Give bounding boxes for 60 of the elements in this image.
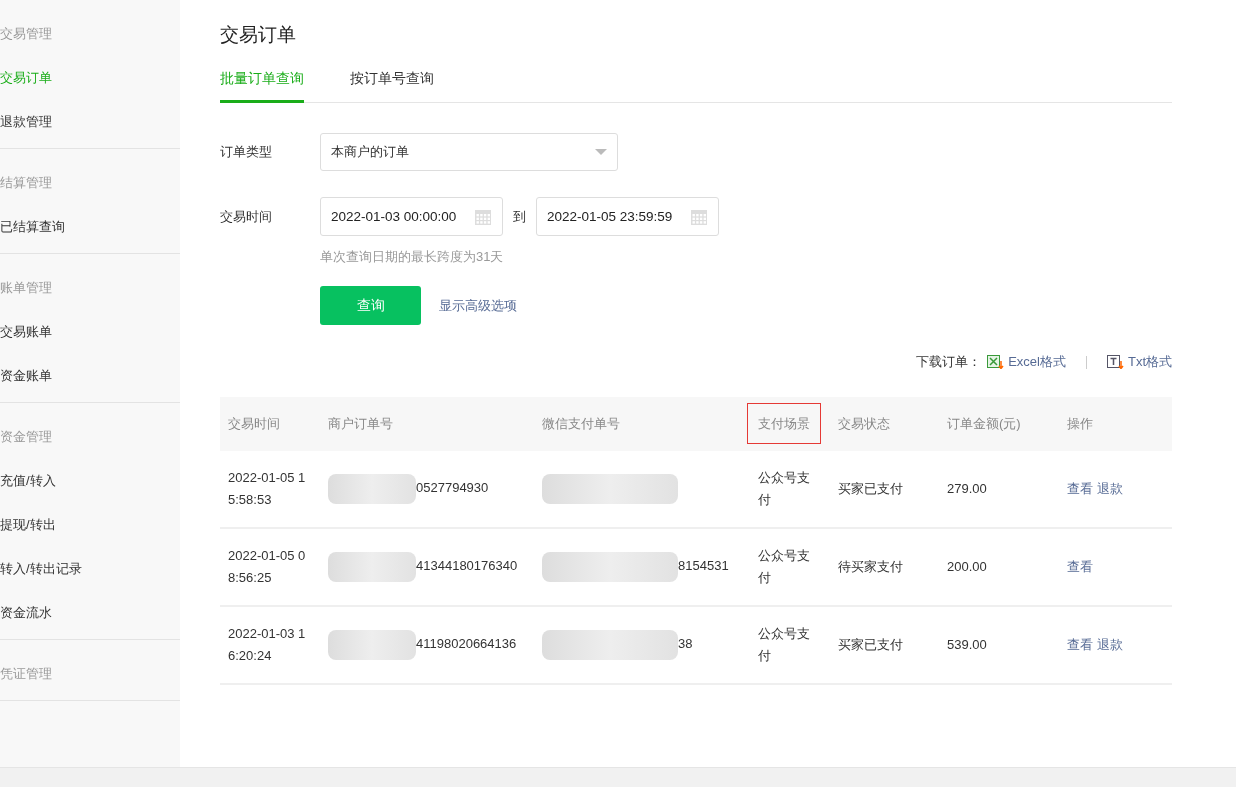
column-header: 商户订单号 [328,416,393,431]
sidebar-item[interactable]: 交易账单 [0,310,180,354]
sidebar-group-title: 资金管理 [0,428,53,446]
action-link[interactable]: 查看 [1067,637,1093,652]
text-download-icon [1106,355,1124,369]
download-link[interactable]: Txt格式 [1127,353,1172,371]
action-link[interactable]: 查看 [1067,559,1093,574]
table-cell: 539.00 [947,637,987,652]
action-link[interactable]: 退款 [1096,637,1123,652]
sidebar-group-title: 账单管理 [0,279,53,297]
calendar-icon[interactable] [474,207,492,226]
table-cell: 2022-01-05 0 8:56:25 [228,548,306,585]
advanced-options-link[interactable]: 显示高级选项 [439,296,517,315]
column-header: 交易时间 [228,416,280,431]
table-cell: 38 [678,636,693,652]
column-header: 微信支付单号 [542,416,620,431]
sidebar-item[interactable]: 资金流水 [0,591,180,635]
sidebar-item[interactable]: 提现/转出 [0,503,180,547]
table-cell: 2022-01-05 1 5:58:53 [228,470,306,507]
column-header: 交易状态 [838,416,890,431]
table-cell: 公众号支付 [758,548,810,585]
field-label: 订单类型 [220,143,273,161]
column-header: 订单金额(元) [947,416,1021,431]
sidebar-item[interactable]: 充值/转入 [0,459,180,503]
column-header: 操作 [1067,416,1093,431]
table-cell: 公众号支付 [758,626,810,663]
table-cell: 2022-01-03 1 6:20:24 [228,626,306,663]
table-cell: 待买家支付 [838,559,903,574]
table-cell: 8154531 [678,558,729,574]
download-label: 下载订单： [916,353,982,371]
date-field[interactable]: 2022-01-03 00:00:00 [320,197,503,236]
sidebar-item[interactable]: 资金账单 [0,354,180,398]
table-cell: 公众号支付 [758,470,810,507]
download-link[interactable]: Excel格式 [1008,353,1066,371]
sidebar-item[interactable]: 退款管理 [0,100,180,144]
calendar-icon[interactable] [690,207,708,226]
order-type-dropdown[interactable]: 本商户的订单 [320,133,618,171]
sidebar-item[interactable]: 已结算查询 [0,205,180,249]
hint-text: 单次查询日期的最长跨度为31天 [320,248,504,266]
sidebar-group-title: 结算管理 [0,174,53,192]
excel-download-icon [987,355,1005,369]
field-label: 交易时间 [220,207,273,226]
column-header: 支付场景 [748,404,820,443]
caret-icon [595,149,607,155]
sidebar-item[interactable]: 转入/转出记录 [0,547,180,591]
page-title: 交易订单 [220,23,296,47]
table-cell: 41198020664136 [416,636,517,652]
table-cell: 200.00 [947,559,987,574]
sidebar-group-title: 凭证管理 [0,665,53,683]
table-cell: 买家已支付 [838,481,903,496]
date-field[interactable]: 2022-01-05 23:59:59 [536,197,719,236]
action-link[interactable]: 查看 [1067,481,1093,496]
table-cell: 41344180176340 [416,558,518,574]
table-cell: 买家已支付 [838,637,903,652]
table-cell: 0527794930 [416,480,489,496]
tab[interactable]: 按订单号查询 [350,70,434,103]
sidebar-group-title: 交易管理 [0,25,53,43]
action-link[interactable]: 退款 [1096,481,1123,496]
table-cell: 279.00 [947,481,987,496]
range-separator: 到 [513,207,526,226]
